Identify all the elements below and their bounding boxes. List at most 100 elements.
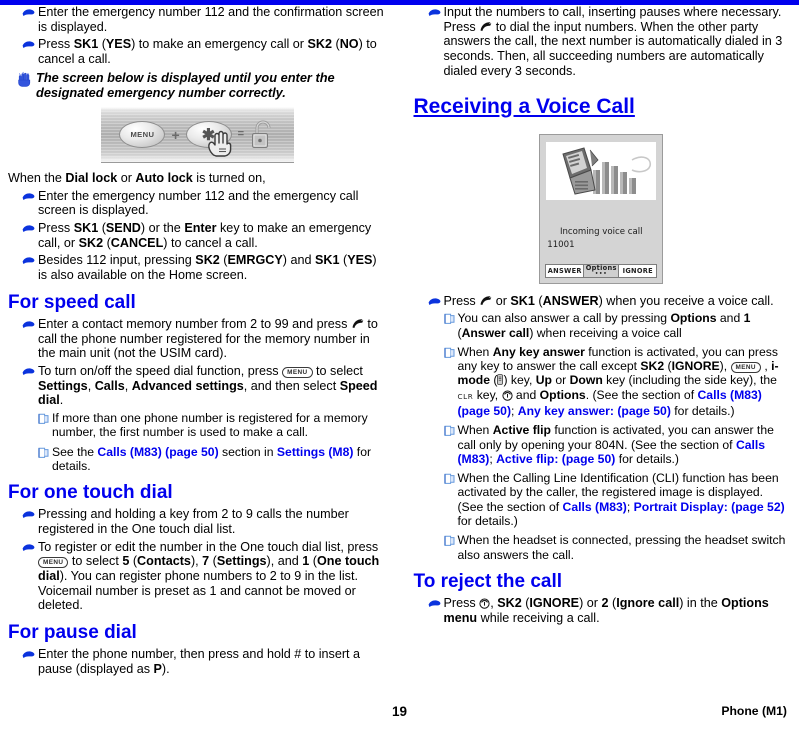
cross-reference-link[interactable]: Active flip: (page 50) <box>496 452 615 466</box>
bullet-list-dial-lock: Enter the emergency number 112 and the e… <box>8 189 388 283</box>
bullet-list-reject-call: Press , SK2 (IGNORE) or 2 (Ignore call) … <box>414 596 790 625</box>
softkey-options[interactable]: Options ••• <box>583 264 620 277</box>
page-number: 19 <box>391 704 408 719</box>
emphasis-text: Any key answer <box>492 344 585 359</box>
send-key-icon <box>479 295 492 306</box>
emphasis-text: Dial lock <box>65 170 118 185</box>
body-text: ) to make an emergency call or <box>131 37 308 52</box>
pointer-bullet-icon <box>428 294 444 306</box>
note-icon <box>38 411 51 425</box>
body-text: , <box>87 378 95 393</box>
body-text: ) when receiving a voice call <box>529 325 682 340</box>
body-text: ) to cancel a call. <box>163 235 258 250</box>
hand-note-text: The screen below is displayed until you … <box>36 69 335 101</box>
emphasis-text: Settings <box>216 554 267 569</box>
two-column-body: Enter the emergency number 112 and the c… <box>0 5 799 690</box>
emphasis-text: SK1 <box>73 37 99 52</box>
note-item: If more than one phone number is registe… <box>8 411 388 440</box>
body-text: ( <box>209 554 217 569</box>
note-icon <box>38 445 51 459</box>
emphasis-text: Answer call <box>461 325 530 340</box>
heading-for-speed-call: For speed call <box>8 291 136 313</box>
body-text: ( <box>534 293 543 308</box>
bullet-item: Press SK1 (SEND) or the Enter key to mak… <box>8 221 388 250</box>
note-item: When the Calling Line Identification (CL… <box>414 471 790 528</box>
bullet-list-receive-call: Press or SK1 (ANSWER) when you receive a… <box>414 294 790 309</box>
body-text: When the headset is connected, pressing … <box>457 533 786 562</box>
emphasis-text: 1 <box>743 311 751 326</box>
softkey-bar: ANSWER Options ••• IGNORE <box>545 263 658 278</box>
emphasis-text: IGNORE <box>529 595 580 610</box>
cross-reference-link[interactable]: Calls (M83) (page 50) <box>97 445 218 459</box>
cross-reference-link[interactable]: Portrait Display: (page 52) <box>634 500 785 514</box>
body-text: . (See the section of <box>585 387 698 402</box>
bullet-list-pause-dial: Enter the phone number, then press and h… <box>8 647 388 676</box>
bullet-item: Pressing and holding a key from 2 to 9 c… <box>8 507 388 536</box>
emphasis-text: Calls <box>94 378 125 393</box>
bullet-item: Press or SK1 (ANSWER) when you receive a… <box>414 294 790 309</box>
body-text: ) or <box>579 595 602 610</box>
body-text: ; <box>511 404 518 418</box>
softkey-answer[interactable]: ANSWER <box>546 265 583 277</box>
menu-key-glyph: MENU <box>282 366 313 378</box>
pointer-bullet-icon <box>22 253 38 265</box>
bullet-text: Press or SK1 (ANSWER) when you receive a… <box>444 294 790 309</box>
bullet-text: Enter the emergency number 112 and the e… <box>38 189 388 218</box>
body-text: Enter the emergency number 112 and the e… <box>38 188 359 218</box>
body-text: and <box>716 311 744 326</box>
emphasis-text: SK2 <box>640 359 665 374</box>
body-text: ; <box>626 499 634 514</box>
cross-reference-link[interactable]: Any key answer: (page 50) <box>518 404 671 418</box>
body-text: to select <box>312 363 363 378</box>
cross-reference-link[interactable]: Settings (M8) <box>277 445 354 459</box>
bullet-text: Enter the phone number, then press and h… <box>38 647 388 676</box>
body-text: ( <box>664 359 672 374</box>
bullet-list-pause-dial-cont: Input the numbers to call, inserting pau… <box>414 5 790 79</box>
pointer-bullet-icon <box>22 647 38 659</box>
body-text: ( <box>332 37 340 52</box>
note-item: When the headset is connected, pressing … <box>414 533 790 562</box>
phone-wallpaper-image <box>546 141 657 200</box>
softkey-ignore[interactable]: IGNORE <box>619 265 656 277</box>
figure-unlock-sequence: MENU + ✱ = <box>8 106 388 163</box>
incoming-call-number: 11001 <box>547 239 575 250</box>
bullet-text: To turn on/off the speed dial function, … <box>38 364 388 408</box>
note-item: When Any key answer function is activate… <box>414 345 790 418</box>
menu-key-glyph: MENU <box>38 557 69 569</box>
body-text: ( <box>219 253 228 268</box>
note-list-speed-call: If more than one phone number is registe… <box>8 411 388 473</box>
bullet-list-speed-call: Enter a contact memory number from 2 to … <box>8 317 388 408</box>
note-list-receive-call: You can also answer a call by pressing O… <box>414 311 790 562</box>
note-item: When Active flip function is activated, … <box>414 423 790 466</box>
bullet-item: Besides 112 input, pressing SK2 (EMRGCY)… <box>8 253 388 282</box>
pointer-bullet-icon <box>22 364 38 376</box>
body-text: ) and <box>282 253 315 268</box>
emphasis-text: Contacts <box>137 554 191 569</box>
emphasis-text: SK1 <box>73 221 99 236</box>
body-text: ( <box>309 554 317 569</box>
body-text: for details.) <box>670 404 735 418</box>
cross-reference-link[interactable]: Calls (M83) <box>563 500 627 514</box>
body-text: ( <box>129 554 138 569</box>
body-text: ). <box>161 661 170 676</box>
clr-key-glyph: CLR <box>457 391 474 401</box>
body-text: Press <box>443 293 480 308</box>
note-text: When the headset is connected, pressing … <box>457 533 790 562</box>
hand-note-emergency: The screen below is displayed until you … <box>8 70 388 101</box>
pointer-bullet-icon <box>22 507 38 519</box>
heading-receiving-a-voice-call: Receiving a Voice Call <box>413 94 635 118</box>
bullet-text: Press SK1 (YES) to make an emergency cal… <box>38 37 388 66</box>
bullet-item: To register or edit the number in the On… <box>8 540 388 614</box>
dial-lock-lead-text: When the Dial lock or Auto lock is turne… <box>8 171 388 186</box>
left-column: Enter the emergency number 112 and the c… <box>0 5 400 690</box>
heading-for-one-touch-dial: For one touch dial <box>8 482 173 504</box>
send-key-icon <box>351 318 364 329</box>
end-key-icon <box>501 389 513 401</box>
emphasis-text: Ignore call <box>616 595 680 610</box>
pointing-hand-cursor-icon <box>204 125 238 159</box>
pointer-bullet-icon <box>22 221 38 233</box>
note-text: If more than one phone number is registe… <box>51 411 388 440</box>
manual-page: Enter the emergency number 112 and the c… <box>0 0 799 742</box>
emphasis-text: EMRGCY <box>227 253 283 268</box>
bullet-text: To register or edit the number in the On… <box>38 540 388 614</box>
